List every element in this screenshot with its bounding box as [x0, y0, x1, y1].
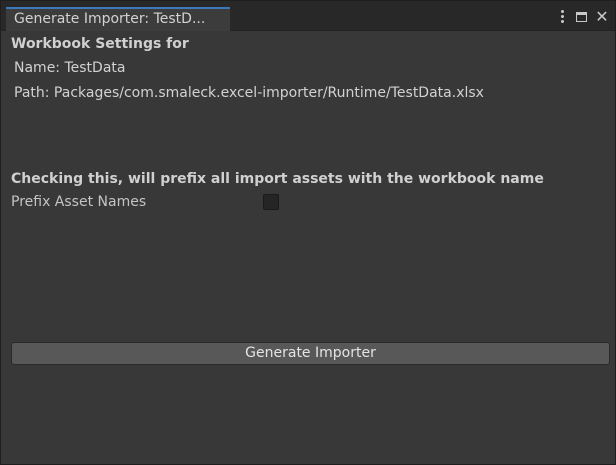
tab-bar: Generate Importer: TestD... ✕: [1, 1, 615, 31]
close-icon[interactable]: ✕: [595, 9, 609, 25]
workbook-name: Name: TestData: [14, 60, 126, 76]
prefix-description: Checking this, will prefix all import as…: [11, 171, 544, 187]
editor-window: Generate Importer: TestD... ✕ Workbook S…: [0, 0, 616, 465]
window-controls: ✕: [560, 9, 609, 25]
prefix-asset-names-label: Prefix Asset Names: [11, 194, 147, 210]
prefix-asset-names-checkbox[interactable]: [263, 194, 279, 210]
kebab-menu-icon[interactable]: [560, 10, 566, 24]
tab-generate-importer[interactable]: Generate Importer: TestD...: [6, 7, 230, 31]
maximize-icon[interactable]: [576, 12, 587, 22]
workbook-settings-heading: Workbook Settings for: [11, 36, 189, 52]
tab-title: Generate Importer: TestD...: [14, 11, 206, 27]
generate-importer-label: Generate Importer: [245, 345, 376, 361]
generate-importer-button[interactable]: Generate Importer: [11, 342, 610, 365]
workbook-path: Path: Packages/com.smaleck.excel-importe…: [14, 85, 484, 101]
